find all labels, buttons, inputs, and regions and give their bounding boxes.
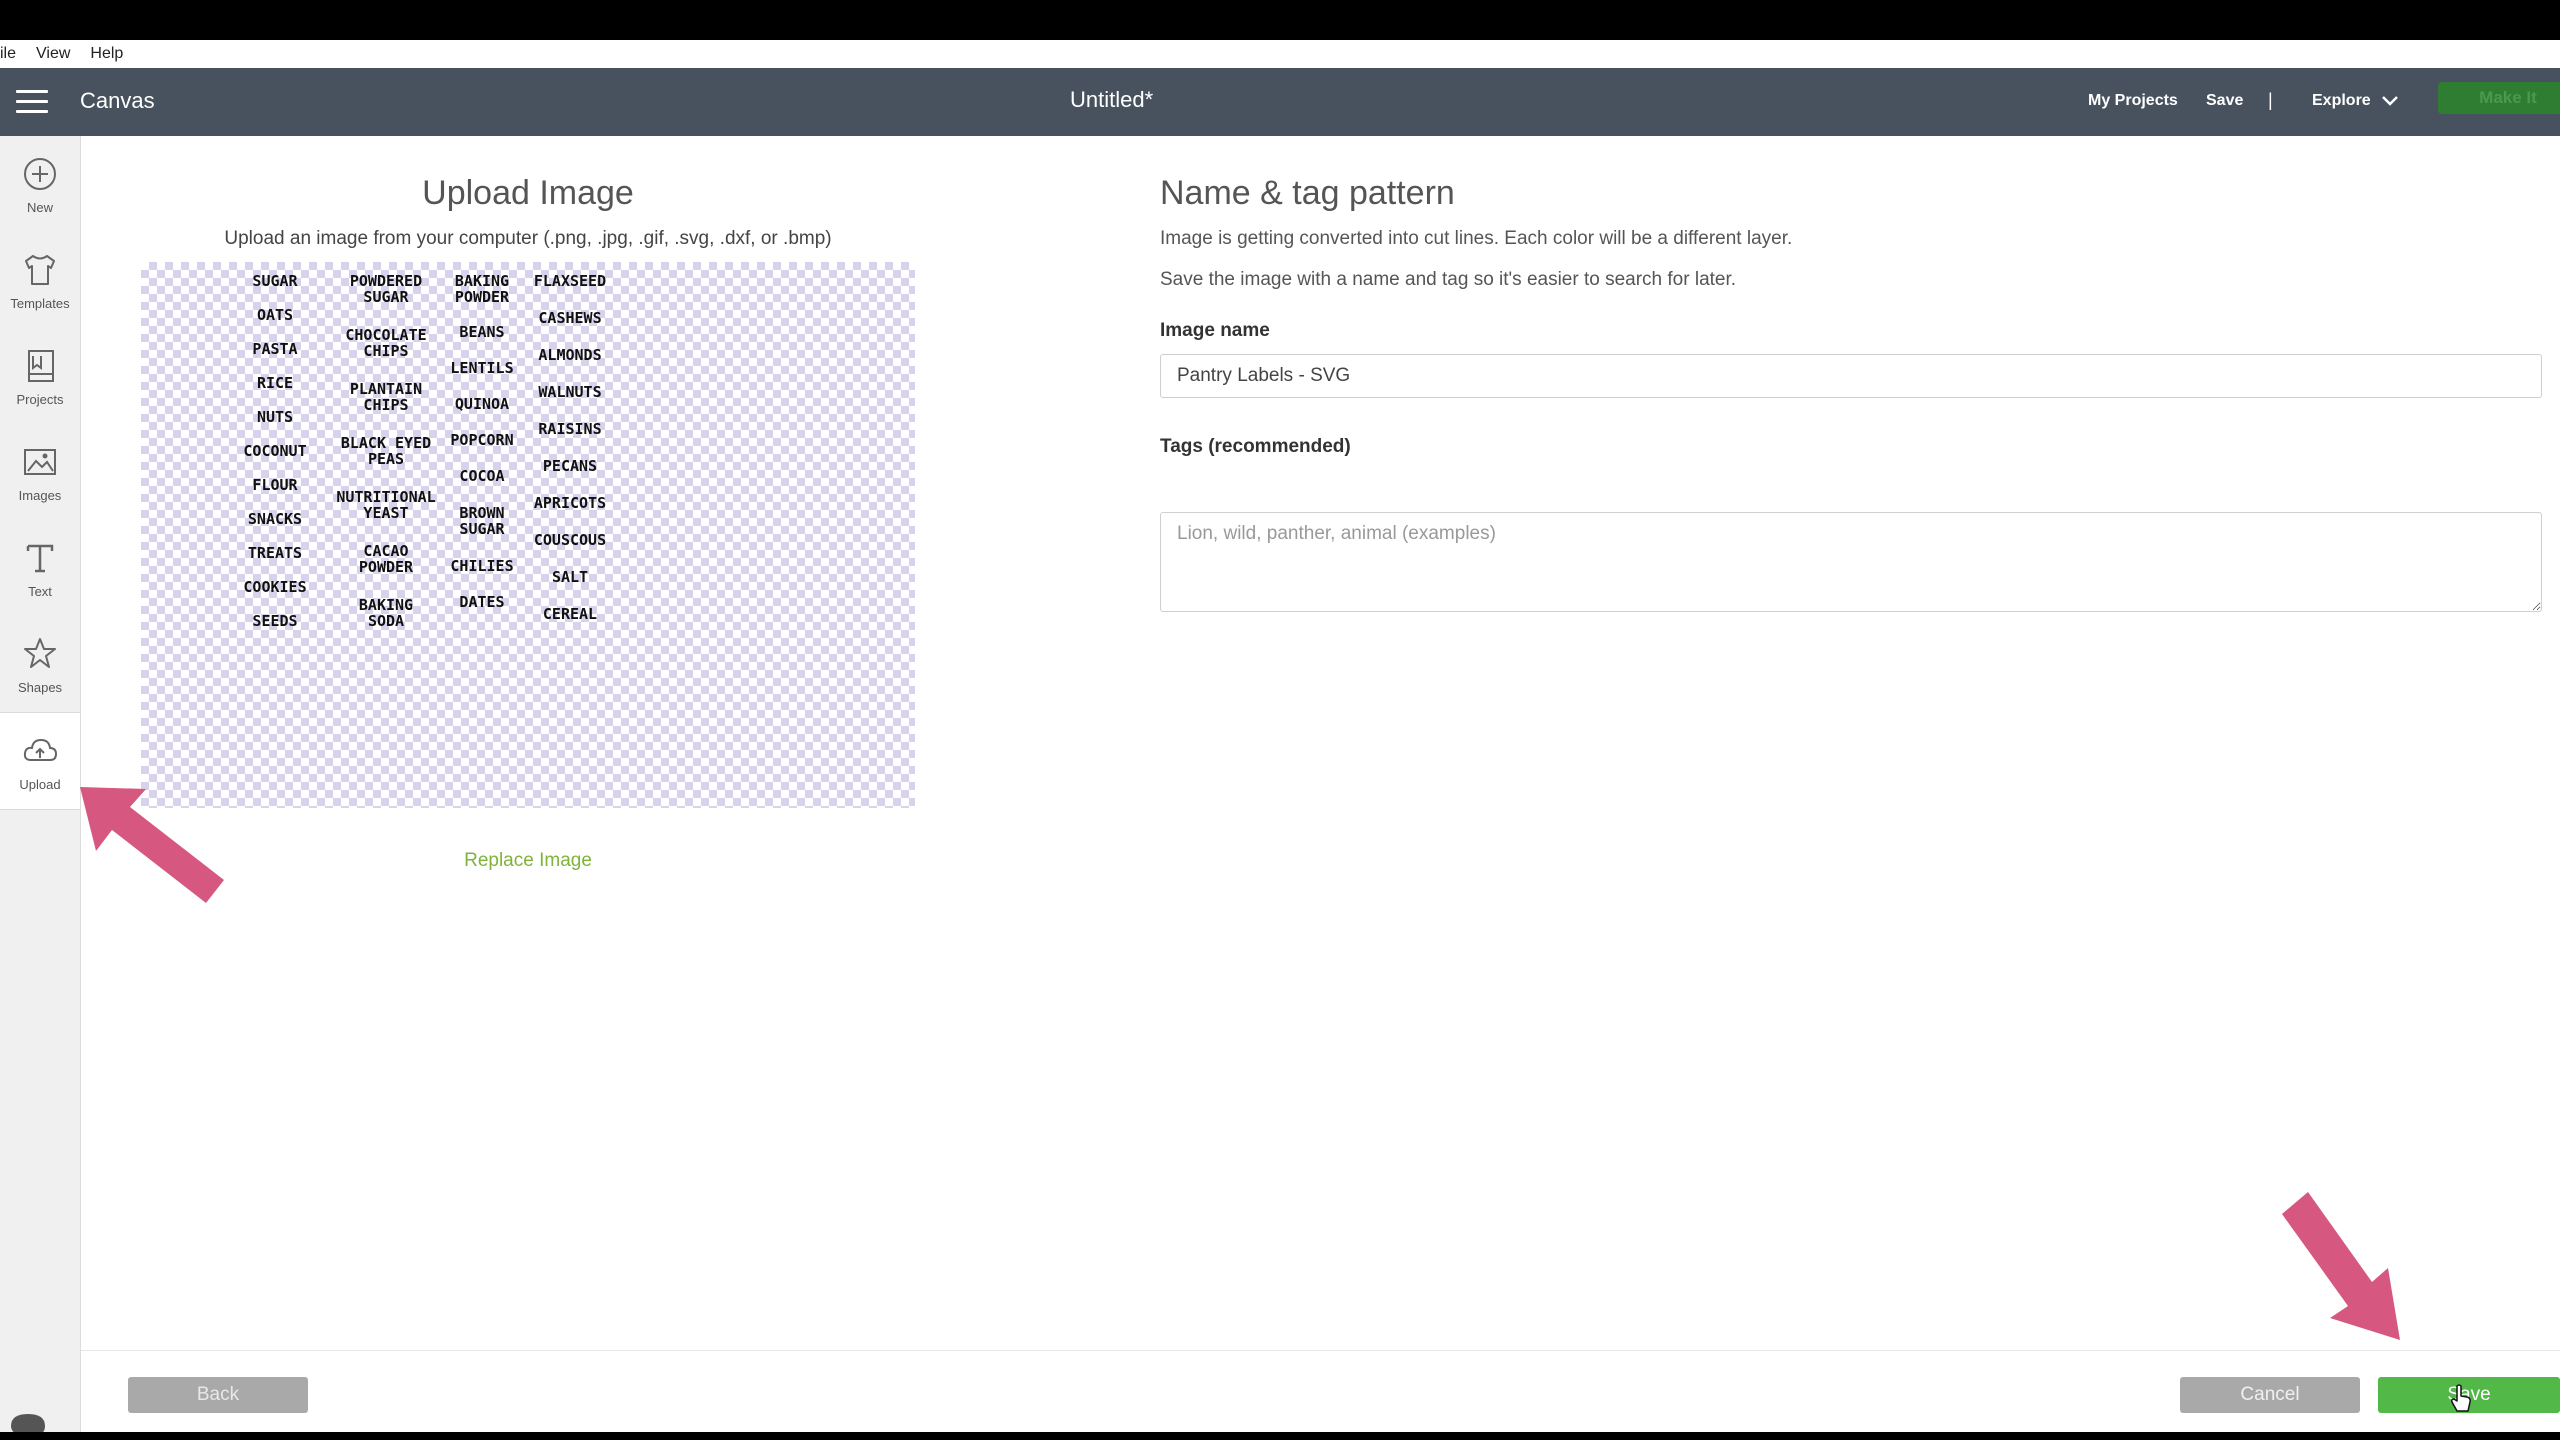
image-preview: SUGAR OATS PASTA RICE NUTS COCONUT FLOUR… bbox=[141, 262, 915, 808]
pantry-label: CHILIES bbox=[450, 557, 514, 575]
image-icon bbox=[24, 448, 56, 475]
pantry-label: NUTS bbox=[256, 408, 294, 426]
image-name-label: Image name bbox=[1160, 320, 1270, 341]
pantry-label: CEREAL bbox=[542, 604, 598, 623]
tags-label: Tags (recommended) bbox=[1160, 436, 1351, 457]
pantry-label: BEANS bbox=[459, 323, 505, 341]
image-name-input[interactable] bbox=[1160, 354, 2542, 398]
pantry-label: QUINOA bbox=[454, 395, 510, 413]
chat-icon[interactable] bbox=[8, 1412, 48, 1432]
document-title: Untitled* bbox=[1070, 87, 1154, 112]
name-tag-title: Name & tag pattern bbox=[1160, 174, 1455, 212]
shapes-icon bbox=[24, 637, 56, 668]
sidebar-item-new[interactable]: New bbox=[0, 136, 80, 232]
pantry-label: SUGAR bbox=[252, 272, 298, 290]
pantry-label: WALNUTS bbox=[538, 382, 602, 401]
pantry-label: RICE bbox=[256, 374, 294, 392]
pantry-label: CACAO POWDER bbox=[358, 542, 414, 576]
app-header: Canvas Untitled* My Projects Save | Expl… bbox=[0, 68, 2560, 136]
sidebar: New Templates Projects Images Text Shape… bbox=[0, 136, 81, 1432]
explore-label: Explore bbox=[2312, 92, 2371, 109]
pantry-label: COCONUT bbox=[243, 442, 307, 460]
pantry-label: SNACKS bbox=[247, 510, 303, 528]
sidebar-item-label: Images bbox=[18, 487, 62, 503]
sidebar-item-label: New bbox=[26, 199, 53, 215]
upload-title: Upload Image bbox=[422, 174, 634, 212]
back-button[interactable]: Back bbox=[128, 1377, 308, 1413]
label-column-1: SUGAR OATS PASTA RICE NUTS COCONUT FLOUR… bbox=[229, 262, 321, 638]
os-menu-bar: ile View Help bbox=[0, 40, 2560, 68]
app-name: Canvas bbox=[80, 88, 155, 113]
pantry-label: PECANS bbox=[542, 456, 598, 475]
pantry-label: POWDERED SUGAR bbox=[349, 272, 423, 306]
sidebar-item-label: Shapes bbox=[17, 679, 63, 695]
my-projects-link[interactable]: My Projects bbox=[2088, 92, 2178, 110]
menu-view[interactable]: View bbox=[26, 45, 80, 63]
label-column-3: BAKING POWDER BEANS LENTILS QUINOA POPCO… bbox=[437, 262, 527, 620]
pantry-label: BAKING SODA bbox=[358, 596, 414, 630]
save-info-text: Save the image with a name and tag so it… bbox=[1160, 269, 1737, 290]
header-save-link[interactable]: Save bbox=[2206, 92, 2243, 110]
pantry-label: SEEDS bbox=[252, 612, 298, 630]
tags-textarea[interactable] bbox=[1160, 512, 2542, 612]
chevron-down-icon bbox=[2381, 96, 2398, 106]
sidebar-item-label: Upload bbox=[19, 776, 61, 792]
make-it-button[interactable]: Make It bbox=[2438, 82, 2560, 114]
sidebar-item-label: Templates bbox=[10, 295, 70, 311]
sidebar-item-projects[interactable]: Projects bbox=[0, 328, 80, 424]
hand-cursor-icon bbox=[2451, 1384, 2471, 1412]
sidebar-item-text[interactable]: Text bbox=[0, 520, 80, 616]
sidebar-item-templates[interactable]: Templates bbox=[0, 232, 80, 328]
annotation-arrow-icon bbox=[80, 787, 224, 903]
conversion-info-text: Image is getting converted into cut line… bbox=[1160, 228, 1793, 249]
sidebar-item-images[interactable]: Images bbox=[0, 424, 80, 520]
pantry-label: COOKIES bbox=[243, 578, 307, 596]
pantry-label: PLANTAIN CHIPS bbox=[349, 380, 423, 414]
sidebar-item-upload[interactable]: Upload bbox=[0, 712, 80, 810]
pantry-label: ALMONDS bbox=[538, 345, 602, 364]
pantry-label: OATS bbox=[256, 306, 294, 324]
annotation-arrow-icon bbox=[2282, 1192, 2400, 1340]
shirt-icon bbox=[25, 254, 55, 285]
app-window: ile View Help Canvas Untitled* My Projec… bbox=[0, 40, 2560, 1432]
sidebar-item-shapes[interactable]: Shapes bbox=[0, 616, 80, 712]
pantry-label: LENTILS bbox=[450, 359, 514, 377]
explore-dropdown[interactable]: Explore bbox=[2312, 92, 2399, 110]
pantry-label: PASTA bbox=[252, 340, 298, 358]
header-separator: | bbox=[2268, 90, 2273, 110]
pantry-label: FLAXSEED bbox=[533, 271, 607, 290]
hamburger-menu-icon[interactable] bbox=[16, 90, 48, 114]
pantry-label: BROWN SUGAR bbox=[459, 504, 505, 538]
sidebar-item-label: Projects bbox=[16, 391, 64, 407]
text-icon bbox=[26, 544, 54, 572]
pantry-label: BLACK EYED PEAS bbox=[340, 434, 432, 468]
label-column-4: FLAXSEED CASHEWS ALMONDS WALNUTS RAISINS… bbox=[523, 262, 617, 632]
pantry-label: SALT bbox=[551, 567, 589, 586]
pantry-label: CASHEWS bbox=[538, 308, 602, 327]
sidebar-item-label: Text bbox=[28, 583, 52, 599]
pantry-label: CHOCOLATE CHIPS bbox=[345, 326, 427, 360]
pantry-label: NUTRITIONAL YEAST bbox=[336, 488, 436, 522]
label-column-2: POWDERED SUGAR CHOCOLATE CHIPS PLANTAIN … bbox=[321, 262, 451, 640]
menu-help[interactable]: Help bbox=[80, 45, 133, 63]
projects-icon bbox=[28, 349, 54, 382]
pantry-label: BAKING POWDER bbox=[454, 272, 510, 306]
pantry-label: POPCORN bbox=[450, 431, 514, 449]
pantry-label: RAISINS bbox=[538, 419, 602, 438]
pantry-label: TREATS bbox=[247, 544, 303, 562]
plus-circle-icon bbox=[24, 157, 56, 190]
upload-subtitle: Upload an image from your computer (.png… bbox=[224, 228, 832, 249]
menu-file[interactable]: ile bbox=[0, 45, 26, 63]
pantry-label: DATES bbox=[459, 593, 505, 611]
pantry-label: COUSCOUS bbox=[533, 530, 607, 549]
pantry-label: APRICOTS bbox=[533, 493, 607, 512]
replace-image-link[interactable]: Replace Image bbox=[140, 850, 916, 872]
pantry-label: COCOA bbox=[459, 467, 505, 485]
cloud-upload-icon bbox=[23, 738, 58, 761]
pantry-label: FLOUR bbox=[252, 476, 298, 494]
cancel-button[interactable]: Cancel bbox=[2180, 1377, 2360, 1413]
